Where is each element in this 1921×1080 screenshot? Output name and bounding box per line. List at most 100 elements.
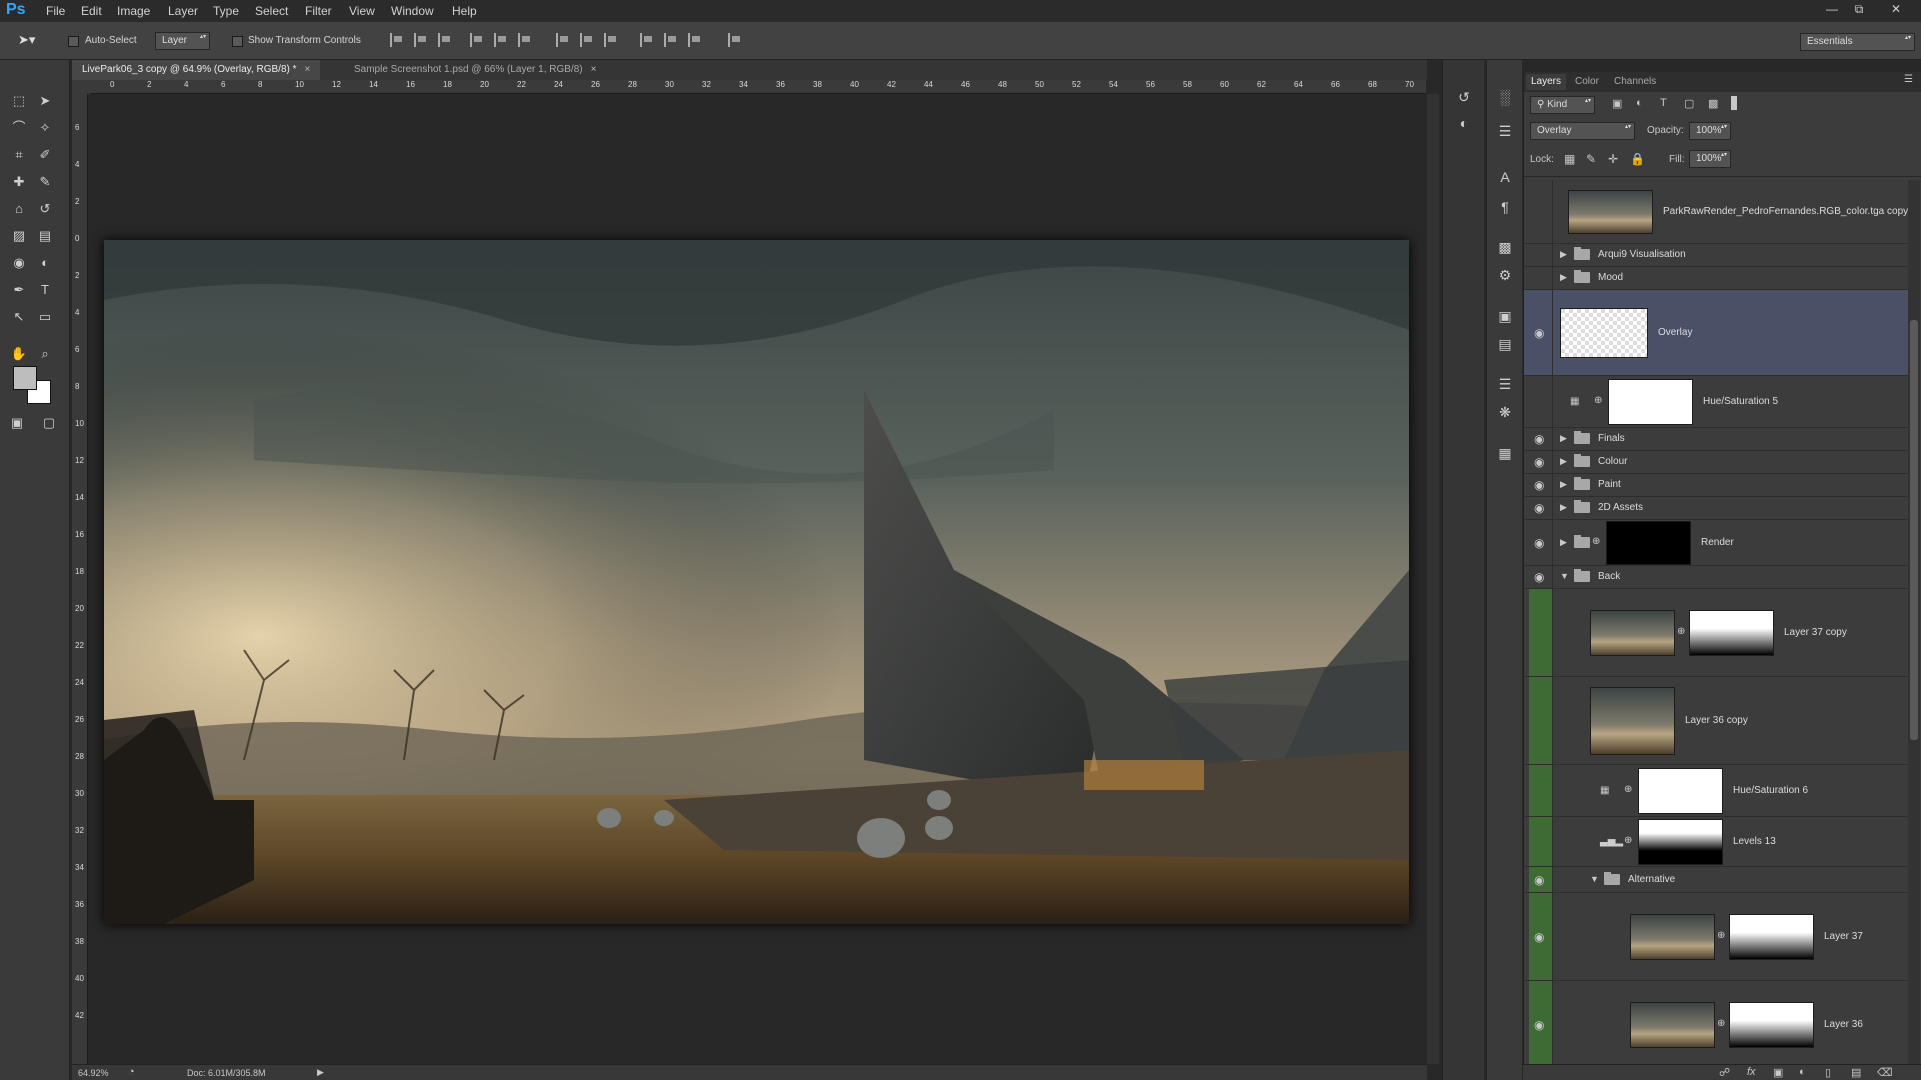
layer-filter-dropdown[interactable]: ⚲ Kind <box>1530 96 1595 114</box>
layer-visibility-toggle[interactable] <box>1529 677 1553 764</box>
align-left-icon[interactable] <box>470 33 484 47</box>
shape-tool[interactable]: ▭ <box>34 306 56 328</box>
layer-visibility-toggle[interactable]: ◉ <box>1529 981 1553 1064</box>
eraser-tool[interactable]: ▨ <box>8 225 30 247</box>
layer-row[interactable]: ◉ ▼ Back <box>1524 566 1909 589</box>
layer-name[interactable]: Colour <box>1598 456 1627 467</box>
canvas-vertical-scrollbar[interactable] <box>1427 94 1439 1064</box>
layer-visibility-toggle[interactable]: ◉ <box>1529 893 1553 980</box>
blend-mode-dropdown[interactable]: Overlay <box>1530 122 1635 140</box>
layer-visibility-toggle[interactable] <box>1529 589 1553 676</box>
clone-stamp-tool[interactable]: ⌂ <box>8 198 30 220</box>
foreground-color-swatch[interactable] <box>13 366 37 390</box>
link-layers-icon[interactable]: ☍ <box>1719 1066 1730 1079</box>
brush-presets-panel-icon[interactable]: ⚙ <box>1494 264 1516 286</box>
close-tab-icon[interactable]: × <box>305 64 311 75</box>
workspace-dropdown[interactable]: Essentials <box>1800 33 1915 51</box>
add-mask-icon[interactable]: ▣ <box>1773 1066 1783 1079</box>
chain-link-icon[interactable]: ⊕ <box>1677 626 1685 637</box>
layer-thumbnail[interactable] <box>1590 687 1675 755</box>
auto-select-checkbox[interactable] <box>68 36 79 47</box>
layer-row[interactable]: ▶ Arqui9 Visualisation <box>1524 244 1909 267</box>
auto-align-icon[interactable] <box>728 33 742 47</box>
move-tool-preset-icon[interactable]: ➤▾ <box>18 32 35 48</box>
layer-mask-thumbnail[interactable] <box>1689 610 1774 656</box>
layer-name[interactable]: Layer 37 <box>1824 931 1863 942</box>
paragraph-panel-icon[interactable]: ¶ <box>1494 196 1516 218</box>
align-vcenter-icon[interactable] <box>414 33 428 47</box>
properties-panel-icon[interactable]: ☰ <box>1494 373 1516 395</box>
layer-visibility-toggle[interactable] <box>1529 376 1553 427</box>
align-top-icon[interactable] <box>390 33 404 47</box>
gradient-tool[interactable]: ▤ <box>34 225 56 247</box>
blur-tool[interactable]: ◉ <box>8 252 30 274</box>
layer-style-icon[interactable]: fx <box>1747 1066 1756 1078</box>
clone-source-panel-icon[interactable]: ▩ <box>1494 236 1516 258</box>
filter-adjustment-icon[interactable]: ◐ <box>1636 97 1643 109</box>
layer-row[interactable]: ⊕ Layer 37 copy <box>1524 589 1909 677</box>
layer-mask-thumbnail[interactable] <box>1638 819 1723 865</box>
close-tab-icon[interactable]: × <box>591 64 597 75</box>
brush-panel-icon[interactable]: ❋ <box>1494 401 1516 423</box>
expand-down-icon[interactable]: ▼ <box>1560 571 1569 581</box>
layer-name[interactable]: Layer 36 copy <box>1685 715 1748 726</box>
distribute-vcenter-icon[interactable] <box>580 33 594 47</box>
layer-row[interactable]: ◉ ▶ ⊕ Render <box>1524 520 1909 566</box>
filter-toggle-icon[interactable] <box>1731 96 1737 110</box>
layer-name[interactable]: ParkRawRender_PedroFernandes.RGB_color.t… <box>1663 206 1908 217</box>
tab-liveparks-doc[interactable]: LivePark06_3 copy @ 64.9% (Overlay, RGB/… <box>72 60 321 80</box>
layer-row[interactable]: ◉ ▶ Finals <box>1524 428 1909 451</box>
new-layer-icon[interactable]: ▤ <box>1851 1066 1861 1079</box>
layer-mask-thumbnail[interactable] <box>1608 379 1693 425</box>
layer-row[interactable]: ◉ ⊕ Layer 37 <box>1524 893 1909 981</box>
history-panel-icon[interactable]: ↺ <box>1453 86 1475 108</box>
filter-shape-icon[interactable]: ▢ <box>1684 97 1694 110</box>
layer-row[interactable]: ParkRawRender_PedroFernandes.RGB_color.t… <box>1524 180 1909 244</box>
lock-position-icon[interactable]: ✛ <box>1608 152 1618 166</box>
menu-layer[interactable]: Layer <box>168 4 198 18</box>
layer-thumbnail[interactable] <box>1630 914 1715 960</box>
document-canvas-image[interactable] <box>104 240 1409 924</box>
filter-type-icon[interactable]: T <box>1660 97 1667 109</box>
layer-mask-thumbnail[interactable] <box>1729 914 1814 960</box>
status-info-icon[interactable]: ◔ <box>128 1066 135 1078</box>
zoom-tool[interactable]: ⌕ <box>34 343 56 365</box>
layer-visibility-toggle[interactable]: ◉ <box>1529 497 1553 519</box>
layer-row[interactable]: ◉ ⊕ Layer 36 <box>1524 981 1909 1064</box>
hue-saturation-icon[interactable]: ▦ <box>1570 396 1584 408</box>
layer-name[interactable]: Alternative <box>1628 874 1675 885</box>
expand-right-icon[interactable]: ▶ <box>1560 479 1567 490</box>
actions-panel-icon[interactable]: ▣ <box>1494 305 1516 327</box>
fill-input[interactable]: 100% <box>1689 150 1731 168</box>
restore-button[interactable]: ⧉ <box>1848 2 1870 18</box>
path-select-tool[interactable]: ↖ <box>8 306 30 328</box>
distribute-top-icon[interactable] <box>556 33 570 47</box>
dodge-tool[interactable]: ◐ <box>34 252 56 274</box>
expand-down-icon[interactable]: ▼ <box>1590 874 1599 884</box>
tab-channels[interactable]: Channels <box>1609 74 1661 90</box>
layer-name[interactable]: Overlay <box>1658 327 1692 338</box>
layer-visibility-toggle[interactable] <box>1529 180 1553 243</box>
status-menu-arrow-icon[interactable]: ▶ <box>317 1067 324 1078</box>
histogram-panel-icon[interactable]: ░ <box>1494 86 1516 108</box>
layer-row[interactable]: ◉ ▶ 2D Assets <box>1524 497 1909 520</box>
adjustments-panel-icon[interactable]: ▦ <box>1494 442 1516 464</box>
layer-row[interactable]: ◉ Overlay <box>1524 290 1909 376</box>
layer-mask-thumbnail[interactable] <box>1729 1002 1814 1048</box>
levels-icon[interactable]: ▃▅▂ <box>1600 836 1623 848</box>
layers-scroll-thumb[interactable] <box>1910 320 1918 740</box>
history-brush-tool[interactable]: ↺ <box>34 198 56 220</box>
horizontal-ruler[interactable]: 0 2 4 6 8 10 12 14 16 18 20 22 24 26 28 30 32 34 36 38 40 42 4… <box>90 80 1426 94</box>
layer-name[interactable]: Mood <box>1598 272 1623 283</box>
chain-link-icon[interactable]: ⊕ <box>1717 1018 1725 1029</box>
layer-row[interactable]: ▃▅▂ ⊕ Levels 13 <box>1524 817 1909 867</box>
layer-visibility-toggle[interactable]: ◉ <box>1529 520 1553 565</box>
layer-visibility-toggle[interactable]: ◉ <box>1529 474 1553 496</box>
layer-name[interactable]: 2D Assets <box>1598 502 1643 513</box>
expand-right-icon[interactable]: ▶ <box>1560 456 1567 467</box>
tab-color[interactable]: Color <box>1570 74 1604 90</box>
notes-panel-icon[interactable]: ▤ <box>1494 333 1516 355</box>
chain-link-icon[interactable]: ⊕ <box>1624 835 1632 846</box>
type-tool[interactable]: T <box>34 279 56 301</box>
vertical-ruler[interactable]: 6 4 2 0 2 4 6 8 10 12 14 16 18 20 22 24 26 28 30 32 34 36 38 40… <box>72 94 88 1064</box>
